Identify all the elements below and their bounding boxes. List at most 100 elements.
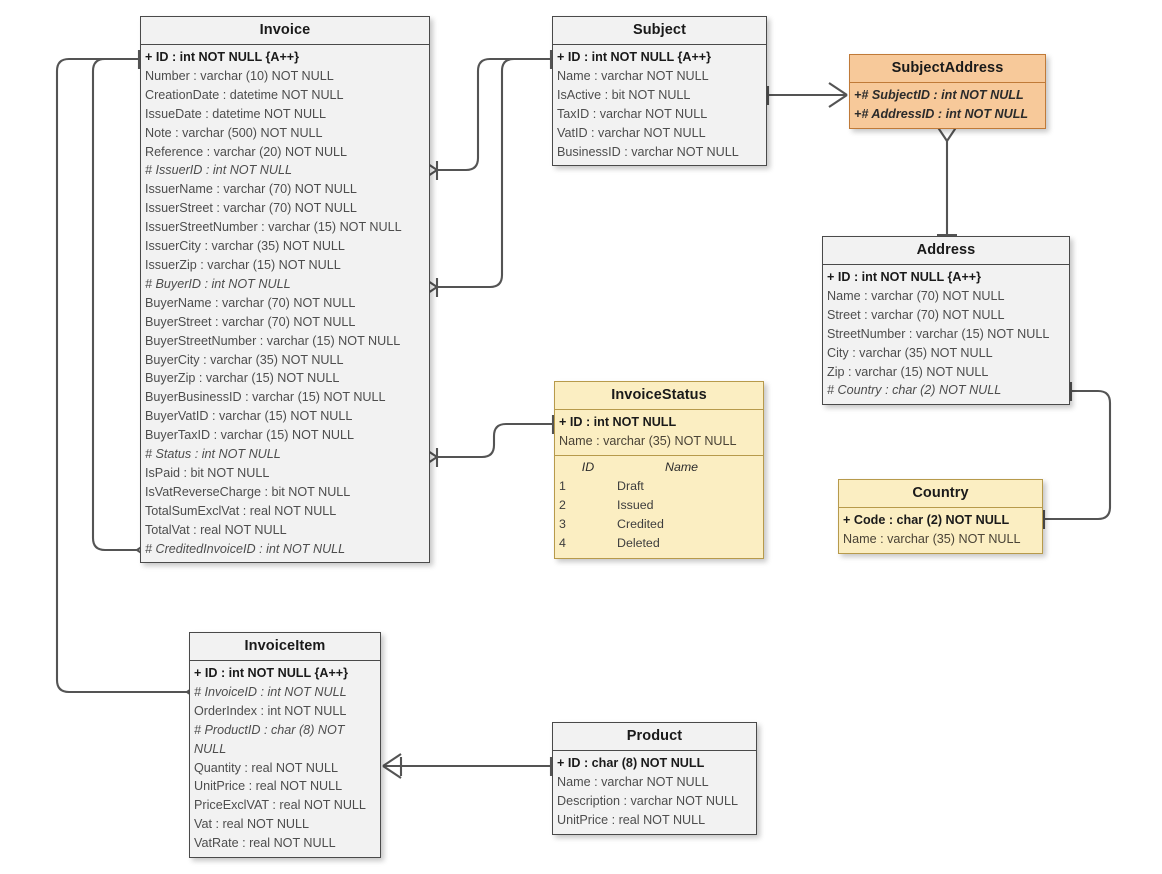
attribute-invoice-issuername: IssuerName : varchar (70) NOT NULL	[145, 182, 357, 197]
entity-address[interactable]: Address + ID : int NOT NULL {A++} Name :…	[822, 236, 1070, 406]
entity-invoiceitem[interactable]: InvoiceItem + ID : int NOT NULL {A++} # …	[189, 632, 381, 859]
attribute-invoicestatus-name: Name : varchar (35) NOT NULL	[559, 433, 737, 448]
attribute-subject-taxid: TaxID : varchar NOT NULL	[557, 106, 708, 121]
entity-title-invoice: Invoice	[141, 17, 429, 45]
sample-cell-id: 4	[559, 535, 566, 550]
sample-data-row: 1 Draft	[559, 477, 759, 496]
attribute-invoiceitem-priceexclvat: PriceExclVAT : real NOT NULL	[194, 798, 366, 813]
sample-data-row: 4 Deleted	[559, 534, 759, 553]
attribute-invoice-issuerstreet: IssuerStreet : varchar (70) NOT NULL	[145, 201, 357, 216]
attribute-invoice-buyertaxid: BuyerTaxID : varchar (15) NOT NULL	[145, 428, 355, 443]
attribute-list-address: + ID : int NOT NULL {A++} Name : varchar…	[823, 265, 1069, 404]
attribute-invoice-buyerid: # BuyerID : int NOT NULL	[145, 276, 291, 291]
attribute-invoice-buyercity: BuyerCity : varchar (35) NOT NULL	[145, 352, 344, 367]
attribute-list-invoicestatus: + ID : int NOT NULL Name : varchar (35) …	[555, 410, 763, 456]
attribute-invoice-totalsumexclvat: TotalSumExclVat : real NOT NULL	[145, 503, 337, 518]
attribute-subject-businessid: BusinessID : varchar NOT NULL	[557, 144, 739, 159]
attribute-invoice-note: Note : varchar (500) NOT NULL	[145, 125, 323, 140]
attribute-country-name: Name : varchar (35) NOT NULL	[843, 531, 1021, 546]
entity-title-product: Product	[553, 723, 756, 751]
attribute-invoiceitem-productid: # ProductID : char (8) NOT NULL	[194, 722, 345, 756]
entity-title-subject: Subject	[553, 17, 766, 45]
attribute-invoice-id: + ID : int NOT NULL {A++}	[145, 50, 300, 64]
crowsfoot-subjectaddress-subjectid	[828, 82, 848, 108]
sample-cell-name: Credited	[617, 516, 664, 531]
attribute-subject-vatid: VatID : varchar NOT NULL	[557, 125, 706, 140]
sample-data-table-invoicestatus: ID Name 1 Draft 2 Issued 3 Credited 4 De…	[555, 456, 763, 558]
attribute-subject-isactive: IsActive : bit NOT NULL	[557, 87, 691, 102]
sample-cell-name: Issued	[617, 497, 654, 512]
sample-data-header-id: ID	[581, 459, 595, 474]
attribute-invoice-ispaid: IsPaid : bit NOT NULL	[145, 465, 270, 480]
entity-subject[interactable]: Subject + ID : int NOT NULL {A++} Name :…	[552, 16, 767, 167]
edge-subject-invoice-buyer	[437, 57, 551, 289]
attribute-invoice-buyerbusinessid: BuyerBusinessID : varchar (15) NOT NULL	[145, 390, 386, 405]
sample-cell-id: 3	[559, 516, 566, 531]
attribute-invoice-buyerstreet: BuyerStreet : varchar (70) NOT NULL	[145, 314, 356, 329]
sample-cell-name: Deleted	[617, 535, 660, 550]
attribute-product-id: + ID : char (8) NOT NULL	[557, 756, 705, 770]
attribute-address-street: Street : varchar (70) NOT NULL	[827, 307, 1005, 322]
entity-title-subjectaddress: SubjectAddress	[850, 55, 1045, 83]
edge-subject-invoice-issuer	[437, 57, 551, 172]
attribute-invoiceitem-quantity: Quantity : real NOT NULL	[194, 760, 338, 775]
attribute-invoice-isvatreversecharge: IsVatReverseCharge : bit NOT NULL	[145, 484, 351, 499]
attribute-list-country: + Code : char (2) NOT NULL Name : varcha…	[839, 508, 1042, 553]
sample-cell-name: Draft	[617, 478, 644, 493]
attribute-invoice-creationdate: CreationDate : datetime NOT NULL	[145, 87, 344, 102]
attribute-subject-id: + ID : int NOT NULL {A++}	[557, 50, 712, 64]
edge-invoice-credited	[91, 57, 139, 552]
er-diagram-canvas: Invoice + ID : int NOT NULL {A++} Number…	[0, 0, 1162, 874]
entity-invoicestatus[interactable]: InvoiceStatus + ID : int NOT NULL Name :…	[554, 381, 764, 559]
attribute-invoice-buyerzip: BuyerZip : varchar (15) NOT NULL	[145, 371, 340, 386]
attribute-invoiceitem-id: + ID : int NOT NULL {A++}	[194, 666, 349, 680]
attribute-address-name: Name : varchar (70) NOT NULL	[827, 288, 1005, 303]
attribute-invoice-issuerzip: IssuerZip : varchar (15) NOT NULL	[145, 257, 341, 272]
attribute-subject-name: Name : varchar NOT NULL	[557, 68, 709, 83]
attribute-address-streetnumber: StreetNumber : varchar (15) NOT NULL	[827, 326, 1050, 341]
attribute-invoicestatus-id: + ID : int NOT NULL	[559, 415, 677, 429]
attribute-invoice-buyervatid: BuyerVatID : varchar (15) NOT NULL	[145, 409, 353, 424]
sample-cell-id: 1	[559, 478, 566, 493]
sample-cell-id: 2	[559, 497, 566, 512]
entity-title-invoicestatus: InvoiceStatus	[555, 382, 763, 410]
entity-title-country: Country	[839, 480, 1042, 508]
attribute-invoice-status: # Status : int NOT NULL	[145, 447, 281, 462]
attribute-invoiceitem-orderindex: OrderIndex : int NOT NULL	[194, 703, 347, 718]
attribute-invoice-issuercity: IssuerCity : varchar (35) NOT NULL	[145, 239, 345, 254]
attribute-invoiceitem-vat: Vat : real NOT NULL	[194, 817, 310, 832]
attribute-invoice-totalvat: TotalVat : real NOT NULL	[145, 522, 287, 537]
attribute-address-zip: Zip : varchar (15) NOT NULL	[827, 364, 989, 379]
entity-title-address: Address	[823, 237, 1069, 265]
attribute-list-invoiceitem: + ID : int NOT NULL {A++} # InvoiceID : …	[190, 661, 380, 857]
entity-subjectaddress[interactable]: SubjectAddress +# SubjectID : int NOT NU…	[849, 54, 1046, 129]
edge-invoicestatus-invoice	[437, 422, 553, 459]
attribute-invoice-creditedinvoiceid: # CreditedInvoiceID : int NOT NULL	[145, 541, 346, 556]
entity-product[interactable]: Product + ID : char (8) NOT NULL Name : …	[552, 722, 757, 835]
attribute-invoiceitem-unitprice: UnitPrice : real NOT NULL	[194, 779, 343, 794]
sample-data-header-row: ID Name	[559, 458, 759, 477]
attribute-invoiceitem-invoiceid: # InvoiceID : int NOT NULL	[194, 684, 347, 699]
attribute-invoiceitem-vatrate: VatRate : real NOT NULL	[194, 836, 336, 851]
edge-country-address	[1044, 389, 1112, 521]
attribute-subjectaddress-addressid: +# AddressID : int NOT NULL	[854, 106, 1029, 121]
attribute-list-invoice: + ID : int NOT NULL {A++} Number : varch…	[141, 45, 429, 562]
attribute-subjectaddress-subjectid: +# SubjectID : int NOT NULL	[854, 88, 1024, 102]
attribute-invoice-buyerstreetnumber: BuyerStreetNumber : varchar (15) NOT NUL…	[145, 333, 401, 348]
attribute-address-country: # Country : char (2) NOT NULL	[827, 383, 1002, 398]
attribute-list-product: + ID : char (8) NOT NULL Name : varchar …	[553, 751, 756, 834]
attribute-invoice-issuerid: # IssuerID : int NOT NULL	[145, 163, 292, 178]
entity-country[interactable]: Country + Code : char (2) NOT NULL Name …	[838, 479, 1043, 554]
attribute-country-code: + Code : char (2) NOT NULL	[843, 513, 1010, 527]
attribute-address-id: + ID : int NOT NULL {A++}	[827, 270, 982, 284]
attribute-address-city: City : varchar (35) NOT NULL	[827, 345, 993, 360]
attribute-invoice-reference: Reference : varchar (20) NOT NULL	[145, 144, 348, 159]
attribute-product-unitprice: UnitPrice : real NOT NULL	[557, 812, 706, 827]
sample-data-row: 2 Issued	[559, 496, 759, 515]
entity-invoice[interactable]: Invoice + ID : int NOT NULL {A++} Number…	[140, 16, 430, 564]
attribute-product-name: Name : varchar NOT NULL	[557, 774, 709, 789]
sample-data-header-name: Name	[665, 459, 699, 474]
attribute-product-description: Description : varchar NOT NULL	[557, 793, 739, 808]
attribute-invoice-issuerstreetnumber: IssuerStreetNumber : varchar (15) NOT NU…	[145, 220, 402, 235]
crowsfoot-invoiceitem-productid	[382, 753, 403, 779]
